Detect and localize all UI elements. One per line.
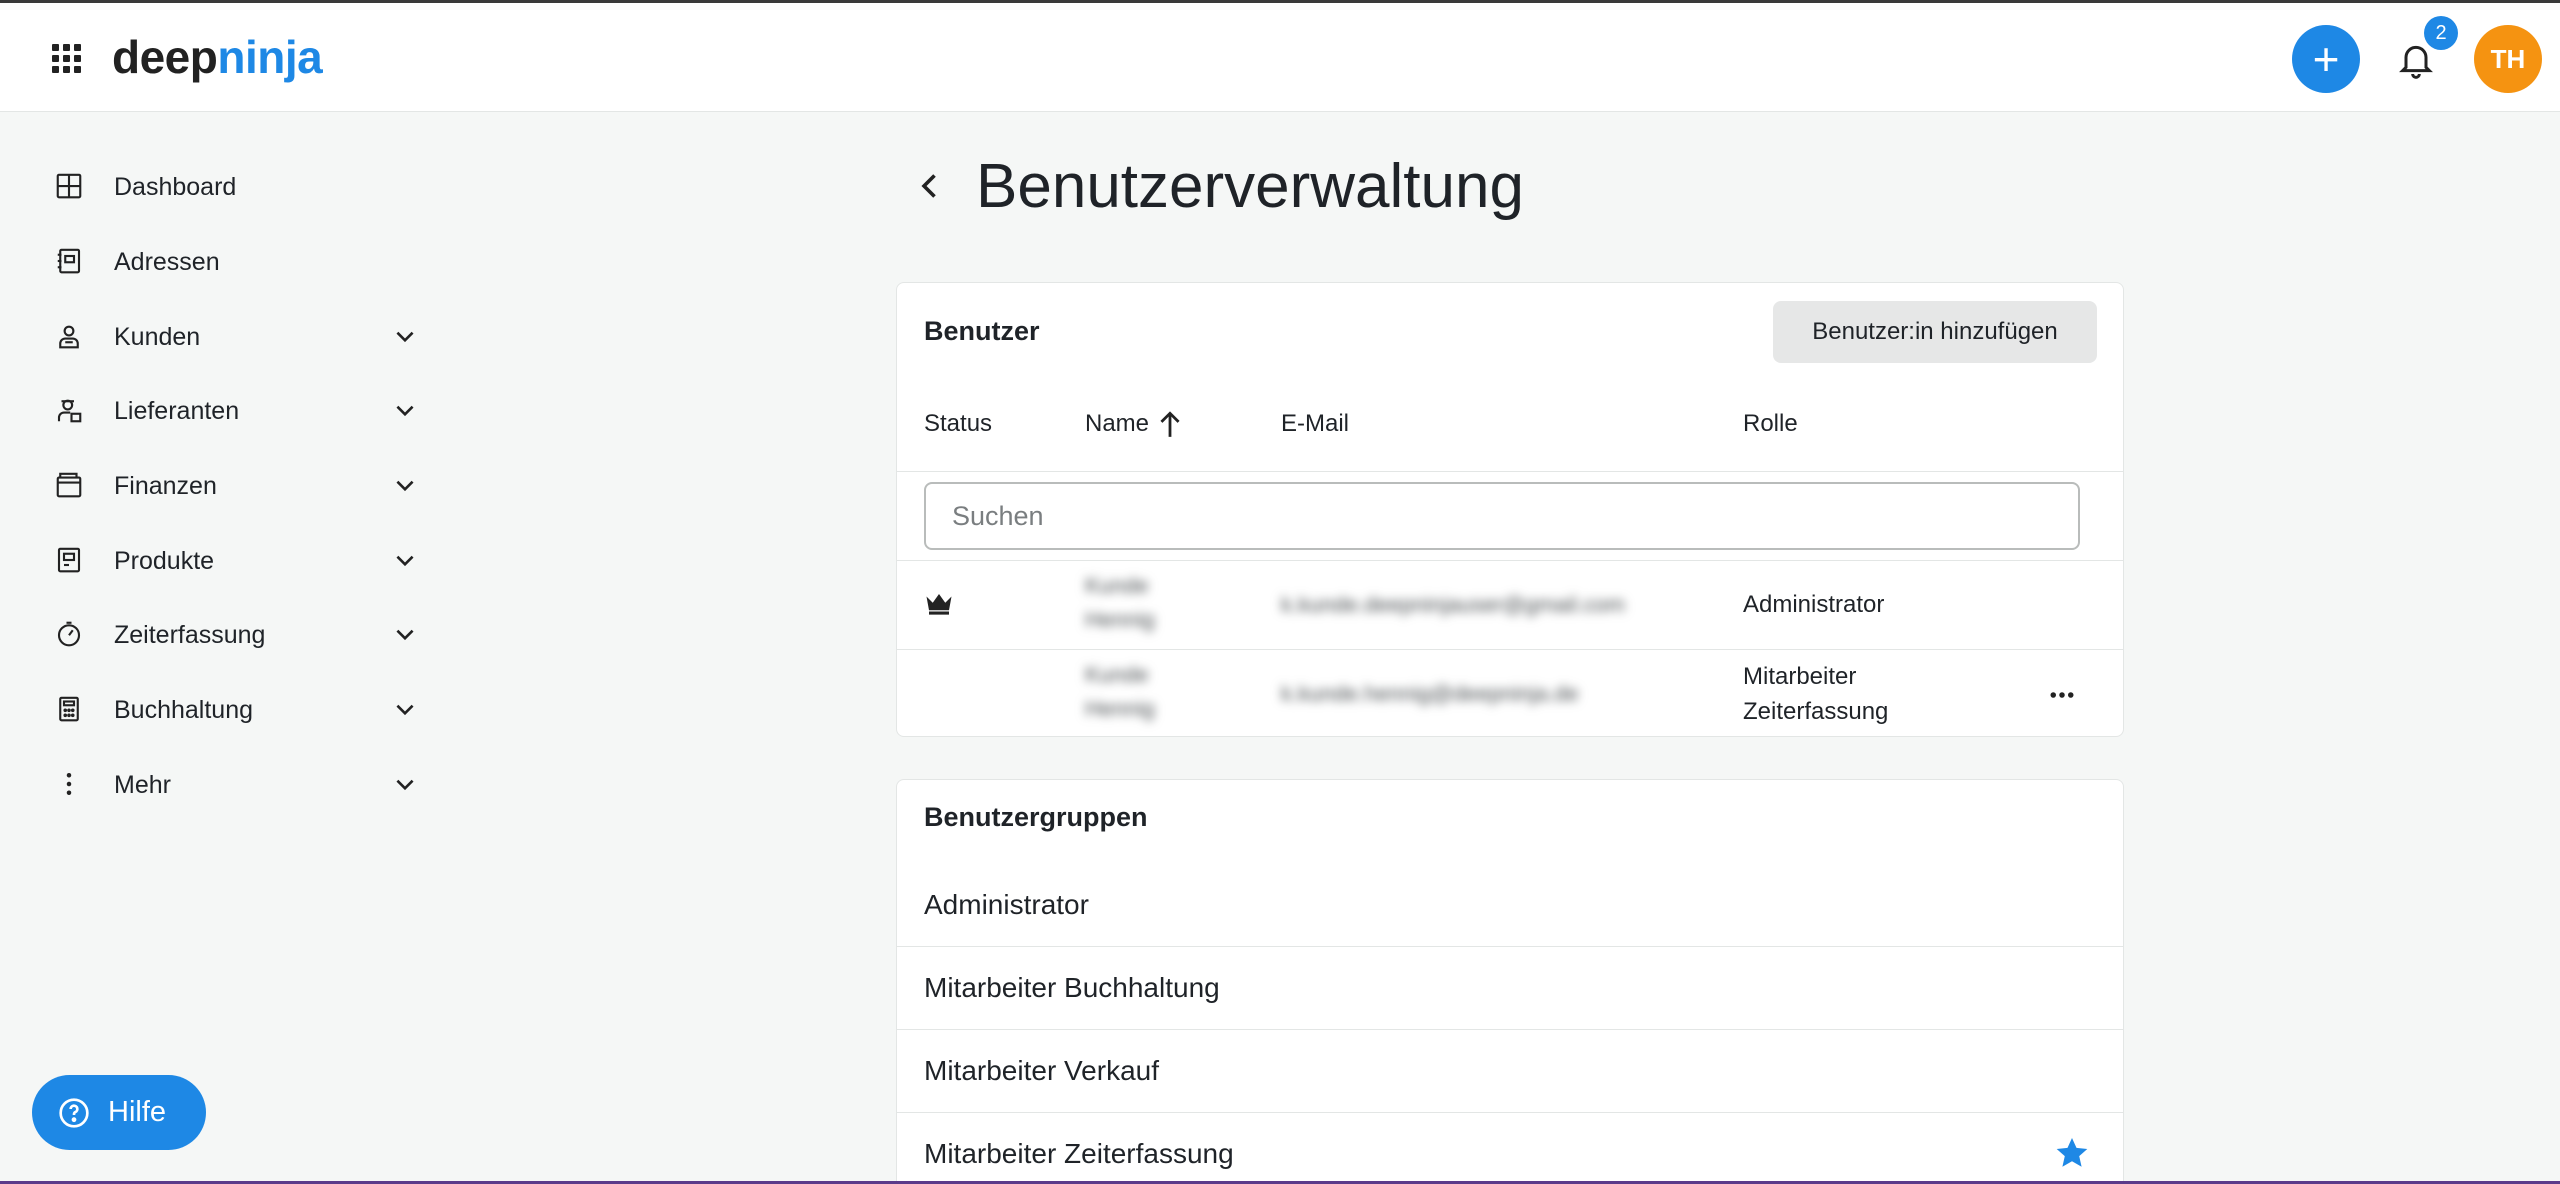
list-item[interactable]: Mitarbeiter Buchhaltung bbox=[897, 947, 2123, 1029]
help-button[interactable]: Hilfe bbox=[32, 1075, 206, 1150]
group-label: Mitarbeiter Buchhaltung bbox=[924, 972, 1220, 1003]
sidebar-item-label: Lieferanten bbox=[114, 397, 240, 425]
user-name-line: Hennig bbox=[1085, 696, 1155, 721]
app-grid-icon[interactable] bbox=[52, 44, 82, 74]
user-groups-card: Benutzergruppen Administrator Mitarbeite… bbox=[896, 779, 2124, 1184]
user-name-line: Hennig bbox=[1085, 607, 1155, 632]
user-role: Mitarbeiter Zeiterfassung bbox=[1743, 659, 1888, 729]
chevron-down-icon[interactable] bbox=[392, 398, 418, 424]
calculator-icon bbox=[59, 696, 79, 722]
user-name: Kunde Hennig bbox=[1085, 658, 1155, 726]
sidebar-item-zeiterfassung[interactable]: Zeiterfassung bbox=[40, 604, 440, 664]
list-item[interactable]: Administrator bbox=[897, 864, 2123, 946]
user-email: k.kunde.hennig@deepninja.de bbox=[1281, 681, 1579, 706]
table-row[interactable]: Kunde Hennig k.kunde.hennig@deepninja.de… bbox=[897, 650, 2123, 736]
add-user-button[interactable]: Benutzer:in hinzufügen bbox=[1773, 301, 2097, 363]
customer-icon bbox=[59, 325, 79, 349]
sidebar-item-label: Kunden bbox=[114, 323, 201, 351]
chevron-down-icon[interactable] bbox=[392, 772, 418, 798]
users-card: Benutzer Benutzer:in hinzufügen Status N… bbox=[896, 282, 2124, 737]
sidebar-item-produkte[interactable]: Produkte bbox=[40, 530, 440, 590]
stopwatch-icon bbox=[57, 621, 81, 647]
help-label: Hilfe bbox=[108, 1096, 167, 1128]
product-icon bbox=[57, 547, 81, 573]
user-avatar[interactable]: TH bbox=[2474, 25, 2542, 93]
list-item[interactable]: Mitarbeiter Verkauf bbox=[897, 1030, 2123, 1112]
wallet-icon bbox=[56, 472, 82, 498]
sidebar-item-label: Mehr bbox=[114, 771, 171, 799]
group-label: Administrator bbox=[924, 889, 1089, 920]
user-groups-card-title: Benutzergruppen bbox=[924, 802, 1148, 832]
notification-badge: 2 bbox=[2424, 16, 2458, 50]
user-name-line: Kunde bbox=[1085, 573, 1149, 598]
column-header-status[interactable]: Status bbox=[924, 409, 992, 439]
user-role-line: Administrator bbox=[1743, 591, 1885, 618]
more-horizontal-icon[interactable] bbox=[2045, 680, 2079, 710]
search-input[interactable] bbox=[924, 482, 2080, 550]
users-card-title: Benutzer bbox=[924, 316, 1040, 346]
group-label: Mitarbeiter Verkauf bbox=[924, 1055, 1159, 1086]
create-new-button[interactable]: + bbox=[2292, 25, 2360, 93]
sidebar-item-dashboard[interactable]: Dashboard bbox=[40, 156, 440, 216]
sidebar-item-label: Produkte bbox=[114, 547, 215, 575]
user-name-line: Kunde bbox=[1085, 662, 1149, 687]
page-title: Benutzerverwaltung bbox=[976, 152, 1524, 221]
star-icon[interactable] bbox=[2054, 1135, 2090, 1171]
chevron-down-icon[interactable] bbox=[392, 473, 418, 499]
sidebar-item-label: Buchhaltung bbox=[114, 696, 254, 724]
chevron-down-icon[interactable] bbox=[392, 697, 418, 723]
logo[interactable]: deepninja bbox=[112, 29, 323, 85]
crown-icon bbox=[926, 594, 952, 615]
address-book-icon bbox=[57, 248, 81, 274]
user-email: k.kunde.deepninjauser@gmail.com bbox=[1281, 592, 1625, 617]
sidebar-item-buchhaltung[interactable]: Buchhaltung bbox=[40, 679, 440, 739]
list-item[interactable]: Mitarbeiter Zeiterfassung bbox=[897, 1113, 2123, 1184]
top-header: deepninja + 2 TH bbox=[0, 3, 2560, 112]
sidebar-item-kunden[interactable]: Kunden bbox=[40, 306, 440, 366]
sidebar-item-mehr[interactable]: Mehr bbox=[40, 754, 440, 814]
sidebar: Dashboard Adressen Kunden Lieferanten Fi… bbox=[0, 112, 440, 1172]
chevron-down-icon[interactable] bbox=[392, 324, 418, 350]
dashboard-icon bbox=[56, 173, 82, 199]
chevron-down-icon[interactable] bbox=[392, 548, 418, 574]
chevron-down-icon[interactable] bbox=[392, 622, 418, 648]
column-header-name[interactable]: Name bbox=[1085, 409, 1149, 439]
supplier-icon bbox=[57, 399, 82, 423]
column-header-role[interactable]: Rolle bbox=[1743, 409, 1798, 439]
user-role-line: Zeiterfassung bbox=[1743, 698, 1889, 725]
sidebar-item-label: Zeiterfassung bbox=[114, 621, 266, 649]
sidebar-item-finanzen[interactable]: Finanzen bbox=[40, 455, 440, 515]
group-label: Mitarbeiter Zeiterfassung bbox=[924, 1138, 1234, 1169]
logo-part-ninja: ninja bbox=[217, 31, 323, 83]
table-row[interactable]: Kunde Hennig k.kunde.deepninjauser@gmail… bbox=[897, 561, 2123, 649]
help-circle-icon bbox=[59, 1098, 89, 1128]
sidebar-item-label: Finanzen bbox=[114, 472, 217, 500]
sidebar-item-label: Dashboard bbox=[114, 173, 237, 201]
logo-part-deep: deep bbox=[112, 31, 218, 83]
column-header-email[interactable]: E-Mail bbox=[1281, 409, 1349, 439]
sidebar-item-lieferanten[interactable]: Lieferanten bbox=[40, 380, 440, 440]
user-role: Administrator bbox=[1743, 587, 1884, 622]
divider bbox=[897, 471, 2123, 472]
back-chevron-icon[interactable] bbox=[912, 168, 948, 204]
sidebar-item-label: Adressen bbox=[114, 248, 220, 276]
more-vertical-icon bbox=[66, 773, 72, 795]
sidebar-item-adressen[interactable]: Adressen bbox=[40, 231, 440, 291]
user-name: Kunde Hennig bbox=[1085, 569, 1155, 637]
user-role-line: Mitarbeiter bbox=[1743, 663, 1857, 690]
sort-ascending-icon[interactable] bbox=[1157, 409, 1183, 439]
